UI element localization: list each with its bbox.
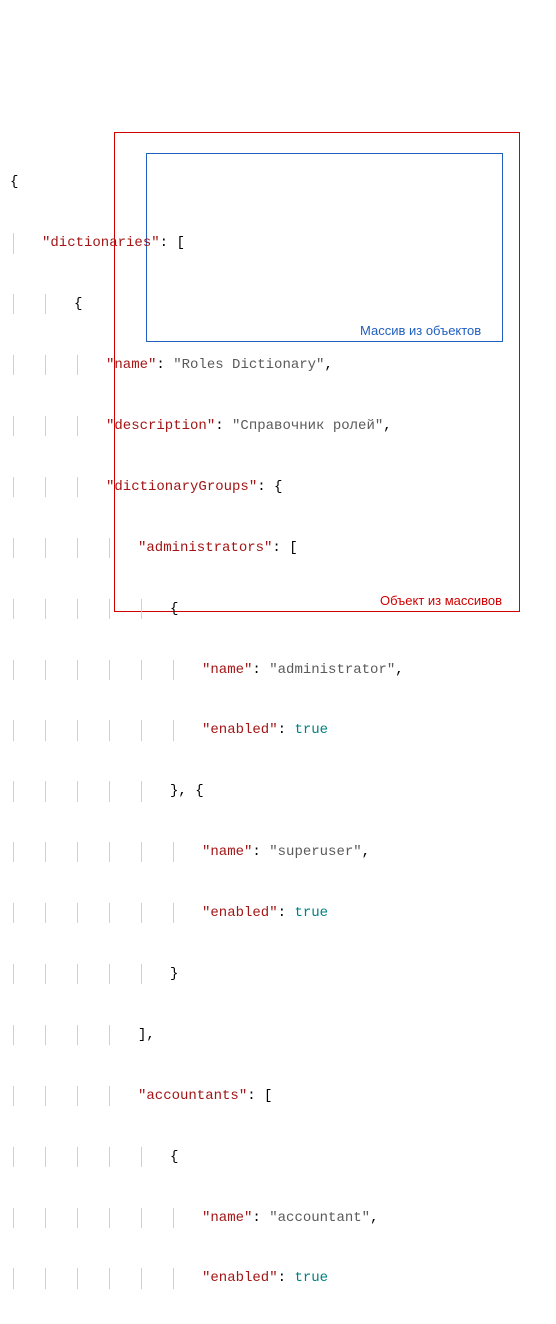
val-roles-dictionary: "Roles Dictionary" <box>173 357 324 373</box>
json-code-block: Массив из объектов Объект из массивов { … <box>10 10 546 1324</box>
key-description: "description" <box>106 418 215 434</box>
val-description: "Справочник ролей" <box>232 418 383 434</box>
val-administrator: "administrator" <box>269 662 395 678</box>
brace-open: { <box>10 174 18 190</box>
val-true: true <box>294 722 328 738</box>
val-superuser: "superuser" <box>269 844 361 860</box>
key-dictionaries: "dictionaries" <box>42 235 160 251</box>
key-dictionaryGroups: "dictionaryGroups" <box>106 479 257 495</box>
key-name: "name" <box>106 357 156 373</box>
obj-separator: }, { <box>170 783 204 799</box>
array-of-objects-label: Массив из объектов <box>360 322 481 341</box>
key-accountants: "accountants" <box>138 1088 247 1104</box>
val-accountant: "accountant" <box>269 1210 370 1226</box>
key-administrators: "administrators" <box>138 540 272 556</box>
